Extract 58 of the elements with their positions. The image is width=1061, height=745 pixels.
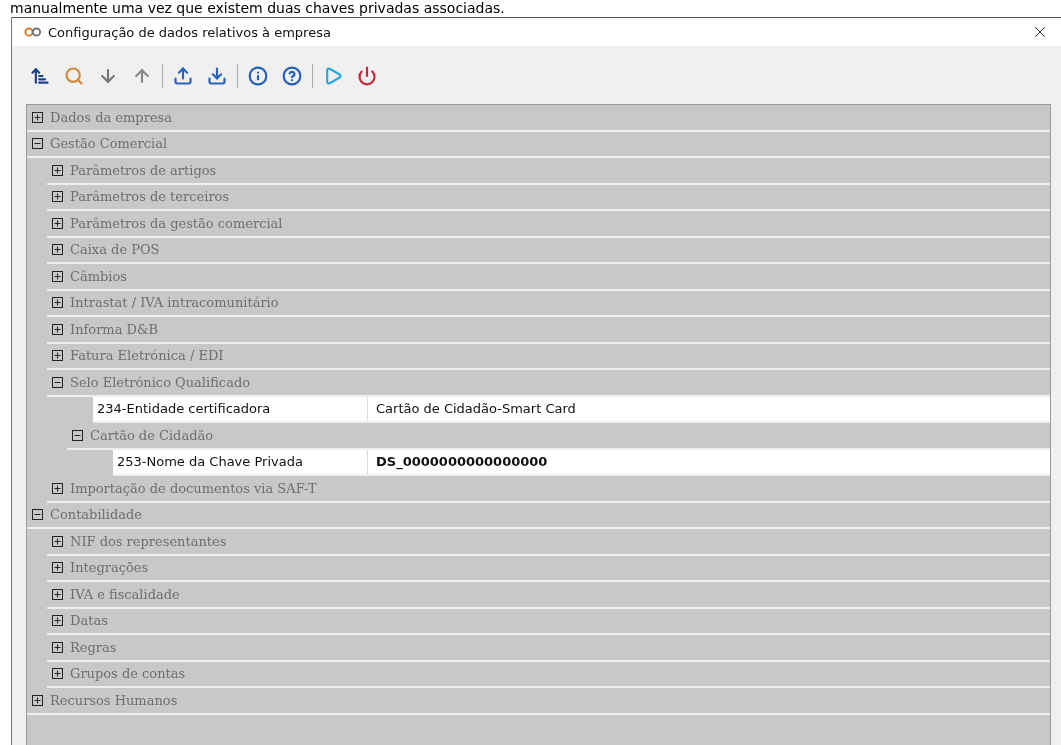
group-label: IVA e fiscalidade <box>70 586 180 602</box>
property-label: 234-Entidade certificadora <box>93 396 368 421</box>
collapse-icon[interactable] <box>32 509 43 521</box>
group-label: Datas <box>70 613 108 629</box>
group-label: Importação de documentos via SAF-T <box>70 480 317 496</box>
help-icon[interactable] <box>282 66 302 86</box>
expand-icon[interactable] <box>52 297 63 309</box>
property-row[interactable]: 253-Nome da Chave Privada DS_0000000000000000 <box>113 449 1050 476</box>
expand-icon[interactable] <box>52 668 63 680</box>
collapse-icon[interactable] <box>32 138 43 150</box>
expand-icon[interactable] <box>52 350 63 362</box>
caption-text: manualmente uma vez que existem duas chaves privadas associadas. <box>9 0 505 17</box>
expand-icon[interactable] <box>52 191 63 203</box>
expand-icon[interactable] <box>52 323 63 335</box>
collapse-icon[interactable] <box>72 429 83 441</box>
expand-icon[interactable] <box>52 615 63 627</box>
group-label: Parâmetros da gestão comercial <box>70 215 283 231</box>
expand-icon[interactable] <box>52 164 63 176</box>
group-label: NIF dos representantes <box>70 533 227 549</box>
expand-icon[interactable] <box>52 270 63 282</box>
collapse-icon[interactable] <box>52 376 63 388</box>
arrow-down-icon[interactable] <box>98 66 118 86</box>
app-logo-icon <box>24 27 42 37</box>
group-label: Grupos de contas <box>70 666 186 682</box>
power-icon[interactable] <box>357 66 377 86</box>
group-label: Cartão de Cidadão <box>90 427 214 443</box>
group-label: Selo Eletrónico Qualificado <box>70 374 251 390</box>
group-label: Recursos Humanos <box>50 692 178 708</box>
property-row[interactable]: 234-Entidade certificadora Cartão de Cidadão-Smart Card <box>93 396 1050 423</box>
expand-icon[interactable] <box>52 641 63 653</box>
group-label: Regras <box>70 639 117 655</box>
upload-icon[interactable] <box>173 66 193 86</box>
group-label: Integrações <box>70 560 149 576</box>
expand-icon[interactable] <box>52 588 63 600</box>
group-label: Informa D&B <box>70 321 159 337</box>
group-label: Intrastat / IVA intracomunitário <box>70 295 279 311</box>
expand-icon[interactable] <box>52 217 63 229</box>
group-label: Parâmetros de artigos <box>70 162 217 178</box>
group-label: Fatura Eletrónica / EDI <box>70 348 224 364</box>
info-icon[interactable] <box>248 66 268 86</box>
group-label: Câmbios <box>70 268 127 284</box>
expand-icon[interactable] <box>52 535 63 547</box>
sort-icon[interactable] <box>30 66 50 86</box>
expand-icon[interactable] <box>52 244 63 256</box>
expand-icon[interactable] <box>32 694 43 706</box>
group-label: Parâmetros de terceiros <box>70 189 230 205</box>
property-label: 253-Nome da Chave Privada <box>113 449 368 474</box>
expand-icon[interactable] <box>32 111 43 123</box>
group-label: Contabilidade <box>50 507 142 523</box>
group-label: Caixa de POS <box>70 242 160 258</box>
expand-icon[interactable] <box>52 482 63 494</box>
expand-icon[interactable] <box>52 562 63 574</box>
property-value: DS_0000000000000000 <box>375 453 549 472</box>
group-label: Gestão Comercial <box>50 136 168 152</box>
group-label: Dados da empresa <box>50 109 172 125</box>
window-title: Configuração de dados relativos à empresa <box>48 24 332 40</box>
download-icon[interactable] <box>207 66 227 86</box>
property-value: Cartão de Cidadão-Smart Card <box>375 400 577 419</box>
